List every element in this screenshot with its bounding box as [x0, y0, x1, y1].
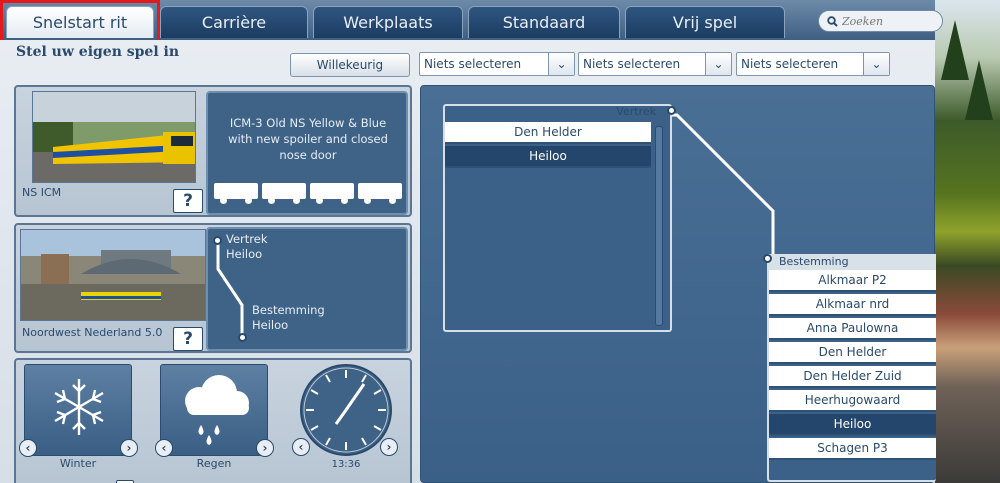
destination-station: Heiloo: [252, 318, 289, 332]
destination-list-item[interactable]: Heerhugowaard: [769, 390, 936, 412]
route-destination: Bestemming Heiloo: [252, 303, 325, 333]
route-help-button[interactable]: ?: [173, 327, 203, 351]
background-scenery: [935, 0, 1000, 483]
train-help-button[interactable]: ?: [173, 189, 203, 213]
departure-list-item[interactable]: Den Helder: [445, 122, 651, 144]
chevron-down-icon[interactable]: ⌄: [863, 53, 889, 75]
wagon-icon: [262, 183, 306, 204]
destination-list-item[interactable]: Den Helder Zuid: [769, 366, 936, 388]
filter-dropdown-2[interactable]: Niets selecteren ⌄: [578, 52, 732, 76]
season-prev-button[interactable]: ‹: [19, 439, 37, 457]
destination-list[interactable]: Bestemming Alkmaar P2 Alkmaar nrd Anna P…: [763, 254, 936, 482]
route-photo[interactable]: [20, 229, 206, 321]
snowflake-icon: [54, 379, 104, 435]
page-heading: Stel uw eigen spel in: [16, 44, 180, 60]
departure-list-item-selected[interactable]: Heiloo: [445, 146, 651, 168]
dropdown-value: Niets selecteren: [424, 57, 522, 71]
weather-label: Regen: [196, 457, 232, 470]
wagon-icon: [358, 183, 402, 204]
train-name: NS ICM: [22, 186, 62, 199]
departure-list-header: Vertrek: [616, 105, 656, 118]
filter-dropdown-1[interactable]: Niets selecteren ⌄: [419, 52, 575, 76]
weather-next-button[interactable]: ›: [256, 439, 274, 457]
departure-station: Heiloo: [226, 247, 263, 261]
departure-list[interactable]: Vertrek Den Helder Heiloo: [443, 104, 676, 332]
destination-list-item[interactable]: Alkmaar P2: [769, 270, 936, 292]
destination-dot: [238, 333, 247, 342]
tab-bar: Snelstart rit Carrière Werkplaats Standa…: [0, 0, 943, 40]
search-icon: [827, 15, 838, 27]
departure-connector-dot: [667, 106, 676, 115]
destination-connector-dot: [763, 254, 772, 263]
filter-dropdown-3[interactable]: Niets selecteren ⌄: [736, 52, 890, 76]
train-photo[interactable]: [32, 91, 196, 183]
wagon-icon: [214, 183, 258, 204]
departure-dot: [213, 236, 222, 245]
destination-list-header: Bestemming: [779, 255, 849, 268]
train-info-card[interactable]: ICM-3 Old NS Yellow & Blue with new spoi…: [206, 91, 408, 215]
season-card[interactable]: ‹ ›: [19, 364, 138, 457]
tab-standaard[interactable]: Standaard: [468, 6, 620, 38]
wagon-icon: [310, 183, 354, 204]
train-panel: NS ICM ? ICM-3 Old NS Yellow & Blue with…: [14, 85, 412, 217]
dropdown-value: Niets selecteren: [741, 57, 839, 71]
route-selection-area: Vertrek Den Helder Heiloo Bestemming Alk…: [420, 85, 936, 483]
weather-card[interactable]: ‹ ›: [155, 364, 274, 457]
route-panel: Noordwest Nederland 5.0 ? Vertrek Heiloo…: [14, 223, 412, 353]
rain-cloud-icon: [185, 375, 249, 445]
search-box[interactable]: [818, 10, 943, 32]
train-description: ICM-3 Old NS Yellow & Blue with new spoi…: [228, 116, 388, 162]
route-info-card[interactable]: Vertrek Heiloo Bestemming Heiloo: [206, 227, 408, 351]
time-clock[interactable]: ‹ ›: [292, 362, 398, 458]
route-departure: Vertrek Heiloo: [226, 232, 268, 262]
departure-label: Vertrek: [226, 232, 268, 246]
destination-list-item[interactable]: Anna Paulowna: [769, 318, 936, 340]
chevron-down-icon[interactable]: ⌄: [705, 53, 731, 75]
destination-label: Bestemming: [252, 303, 325, 317]
destination-list-item[interactable]: Schagen P3: [769, 438, 936, 460]
season-next-button[interactable]: ›: [120, 439, 138, 457]
route-name: Noordwest Nederland 5.0: [22, 326, 163, 339]
tab-snelstart-rit[interactable]: Snelstart rit: [6, 6, 154, 38]
tab-vrij-spel[interactable]: Vrij spel: [625, 6, 785, 38]
random-button[interactable]: Willekeurig: [290, 53, 410, 77]
destination-list-item-selected[interactable]: Heiloo: [769, 414, 936, 436]
time-label: 13:36: [331, 459, 361, 470]
tab-werkplaats[interactable]: Werkplaats: [313, 6, 463, 38]
dropdown-value: Niets selecteren: [583, 57, 681, 71]
main-content: Stel uw eigen spel in Willekeurig Niets …: [0, 40, 936, 483]
destination-list-item[interactable]: Den Helder: [769, 342, 936, 364]
departure-scrollbar[interactable]: [655, 126, 663, 326]
search-input[interactable]: [842, 14, 932, 28]
time-next-button[interactable]: ›: [380, 438, 398, 456]
destination-list-item[interactable]: Alkmaar nrd: [769, 294, 936, 316]
tree-graphic: [965, 60, 993, 120]
tab-carriere[interactable]: Carrière: [160, 6, 308, 38]
conditions-panel: ‹ › Winter ‹ › Regen ‹ › 13:36: [14, 358, 412, 483]
weather-prev-button[interactable]: ‹: [155, 439, 173, 457]
chevron-down-icon[interactable]: ⌄: [548, 53, 574, 75]
season-label: Winter: [59, 457, 97, 470]
time-prev-button[interactable]: ‹: [292, 438, 310, 456]
